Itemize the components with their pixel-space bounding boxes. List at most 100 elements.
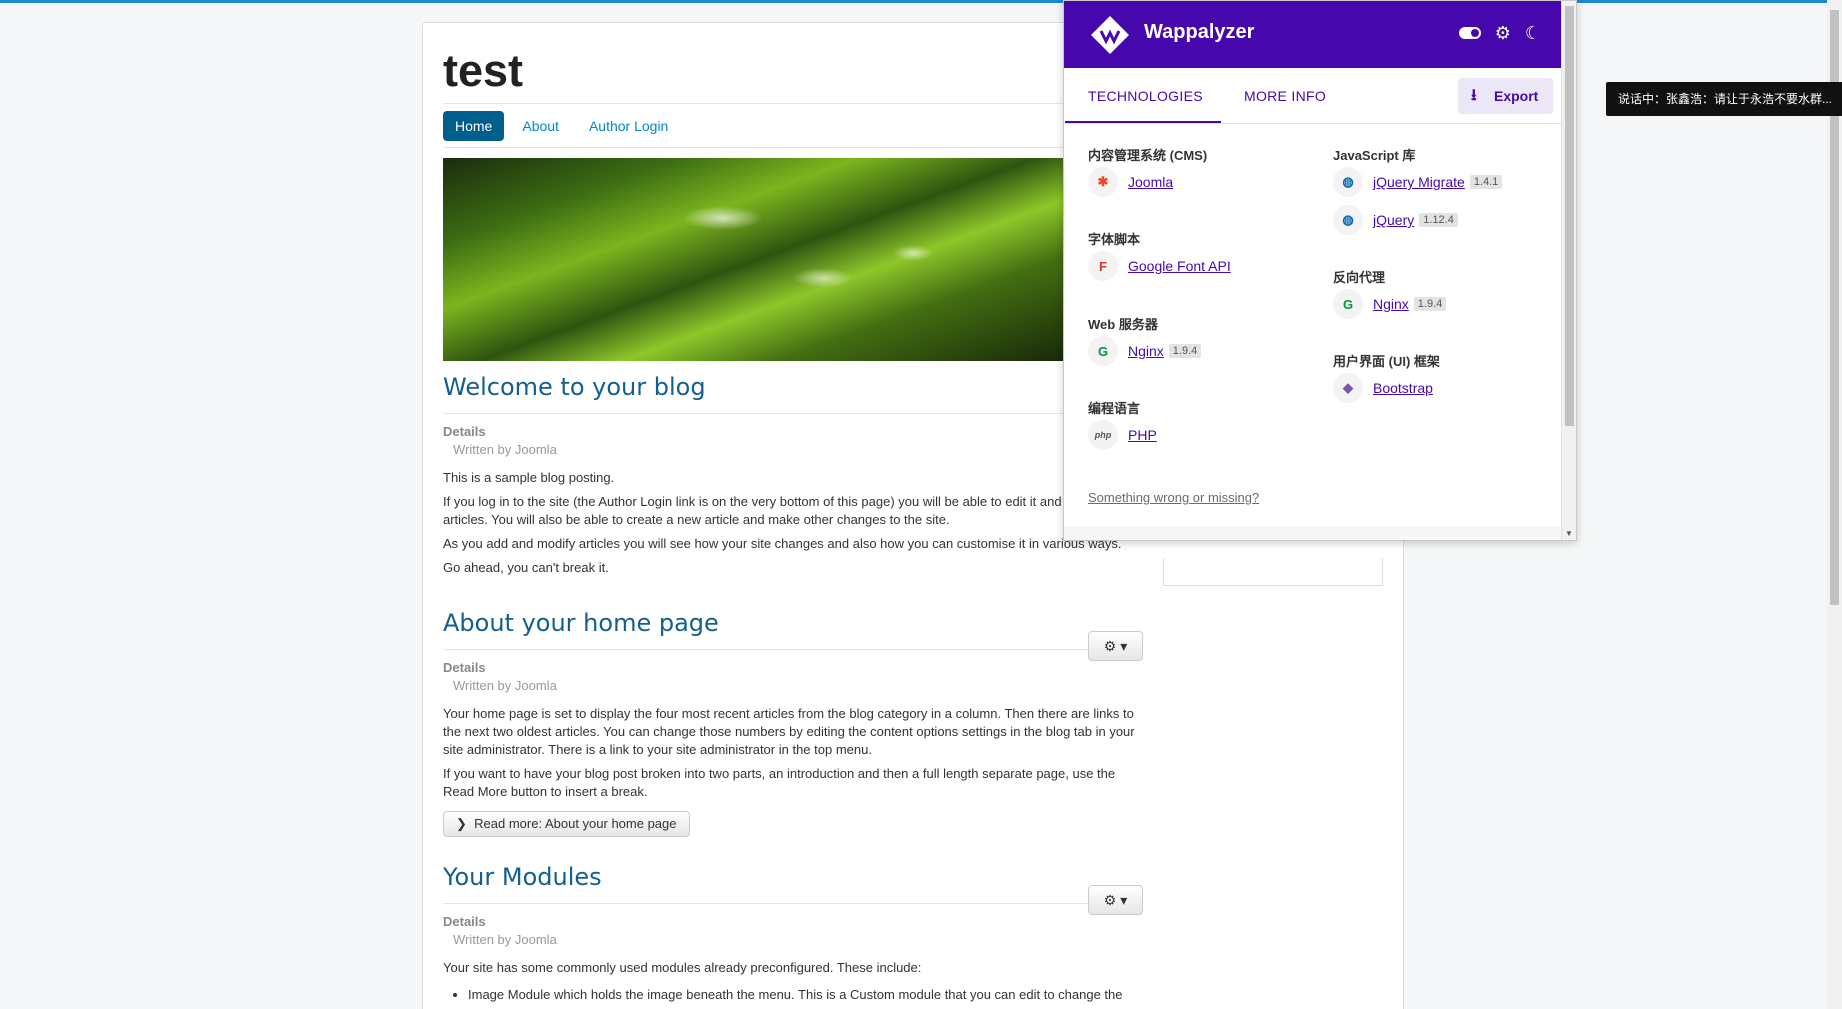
- joomla-icon: ✱: [1088, 167, 1118, 197]
- category-heading: Web 服务器: [1088, 317, 1158, 332]
- caret-down-icon: ▾: [1120, 638, 1128, 654]
- module-list: Image Module which holds the image benea…: [443, 987, 1143, 1002]
- wappalyzer-header: Wappalyzer ⚙ ☾: [1064, 1, 1561, 68]
- category-heading: JavaScript 库: [1333, 148, 1416, 163]
- feedback-link[interactable]: Something wrong or missing?: [1088, 490, 1259, 505]
- nginx-icon: G: [1333, 289, 1363, 319]
- nav-home[interactable]: Home: [443, 111, 505, 141]
- tab-more-info[interactable]: MORE INFO: [1244, 88, 1326, 104]
- category-heading: 反向代理: [1333, 270, 1386, 285]
- nav-author-login[interactable]: Author Login: [577, 111, 680, 141]
- technology-link[interactable]: jQuery: [1373, 212, 1414, 228]
- article-title[interactable]: Your Modules: [443, 863, 1143, 891]
- technology-item: G Nginx 1.9.4: [1333, 289, 1447, 319]
- technology-link[interactable]: Bootstrap: [1373, 380, 1433, 396]
- article-tools-button[interactable]: ⚙ ▾: [1088, 885, 1143, 915]
- technology-item: php PHP: [1088, 420, 1157, 450]
- jquery-icon: ◍: [1333, 205, 1363, 235]
- technology-item: ◍ jQuery 1.12.4: [1333, 205, 1458, 235]
- article-author: Written by Joomla: [453, 932, 557, 947]
- details-label: Details: [443, 660, 486, 675]
- main-nav: Home About Author Login: [443, 111, 680, 141]
- active-tab-indicator: [1065, 121, 1221, 123]
- article-divider: [443, 903, 1143, 904]
- technology-item: G Nginx 1.9.4: [1088, 336, 1202, 366]
- caret-down-icon: ▾: [1120, 892, 1128, 908]
- article-paragraph: If you log in to the site (the Author Lo…: [443, 494, 1143, 527]
- moon-icon[interactable]: ☾: [1525, 23, 1541, 44]
- header-actions: ⚙ ☾: [1458, 23, 1541, 44]
- technology-link[interactable]: Nginx: [1128, 343, 1164, 359]
- tab-technologies[interactable]: TECHNOLOGIES: [1088, 88, 1203, 104]
- article-welcome: Welcome to your blog Details Written by …: [443, 373, 1143, 577]
- read-more-button[interactable]: ❯ Read more: About your home page: [443, 811, 690, 837]
- wappalyzer-popup: Wappalyzer ⚙ ☾ TECHNOLOGIES MORE INFO ⭳ …: [1063, 0, 1577, 541]
- bootstrap-icon: ◆: [1333, 373, 1363, 403]
- article-details: Details Written by Joomla: [443, 660, 1143, 693]
- banner-image: [443, 158, 1073, 361]
- scroll-down-arrow-icon[interactable]: ▼: [1565, 529, 1573, 538]
- google-font-icon: F: [1088, 251, 1118, 281]
- version-badge: 1.9.4: [1413, 297, 1447, 311]
- technology-item: ◆ Bootstrap: [1333, 373, 1433, 403]
- article-title[interactable]: Welcome to your blog: [443, 373, 1143, 401]
- notification-toast[interactable]: 说话中：张鑫浩：请让于永浩不要水群...: [1606, 82, 1842, 116]
- article-paragraph: Go ahead, you can't break it.: [443, 560, 609, 575]
- version-badge: 1.12.4: [1419, 213, 1458, 227]
- toggle-icon[interactable]: [1458, 27, 1481, 39]
- sidebar-module: [1163, 558, 1383, 586]
- technology-link[interactable]: PHP: [1128, 427, 1157, 443]
- version-badge: 1.9.4: [1168, 344, 1202, 358]
- category-heading: 内容管理系统 (CMS): [1088, 148, 1208, 163]
- article-tools-button[interactable]: ⚙ ▾: [1088, 631, 1143, 661]
- article-paragraph: As you add and modify articles you will …: [443, 536, 1122, 551]
- article-about-home: About your home page ⚙ ▾ Details Written…: [443, 609, 1143, 837]
- article-title[interactable]: About your home page: [443, 609, 1143, 637]
- export-label: Export: [1494, 88, 1539, 104]
- list-item: Image Module which holds the image benea…: [468, 987, 1143, 1002]
- article-paragraph: Your site has some commonly used modules…: [443, 960, 922, 975]
- details-label: Details: [443, 914, 486, 929]
- category-heading: 编程语言: [1088, 401, 1141, 416]
- version-badge: 1.4.1: [1469, 175, 1503, 189]
- nginx-icon: G: [1088, 336, 1118, 366]
- article-details: Details Written by Joomla: [443, 914, 1143, 947]
- article-paragraph: Your home page is set to display the fou…: [443, 706, 1135, 757]
- gear-icon: ⚙: [1103, 638, 1117, 654]
- article-author: Written by Joomla: [453, 442, 557, 457]
- popup-scrollbar[interactable]: ▼: [1561, 1, 1576, 540]
- gear-icon[interactable]: ⚙: [1495, 23, 1511, 44]
- read-more-label: Read more: About your home page: [474, 816, 677, 831]
- article-details: Details Written by Joomla: [443, 424, 1143, 457]
- article-author: Written by Joomla: [453, 678, 557, 693]
- gear-icon: ⚙: [1103, 892, 1117, 908]
- jquery-icon: ◍: [1333, 167, 1363, 197]
- wappalyzer-title: Wappalyzer: [1144, 21, 1255, 43]
- tab-bar: TECHNOLOGIES MORE INFO ⭳ Export: [1064, 68, 1561, 124]
- details-label: Details: [443, 424, 486, 439]
- technology-item: F Google Font API: [1088, 251, 1231, 281]
- article-divider: [443, 649, 1143, 650]
- chevron-right-icon: ❯: [456, 816, 467, 831]
- export-button[interactable]: ⭳ Export: [1458, 78, 1553, 114]
- category-heading: 用户界面 (UI) 框架: [1333, 354, 1440, 369]
- technology-item: ◍ jQuery Migrate 1.4.1: [1333, 167, 1503, 197]
- site-title: test: [443, 45, 524, 96]
- wappalyzer-logo-icon: [1091, 16, 1129, 54]
- nav-about[interactable]: About: [510, 111, 571, 141]
- technology-link[interactable]: jQuery Migrate: [1373, 174, 1465, 190]
- technology-item: ✱ Joomla: [1088, 167, 1173, 197]
- article-your-modules: Your Modules ⚙ ▾ Details Written by Joom…: [443, 863, 1143, 1002]
- article-paragraph: If you want to have your blog post broke…: [443, 766, 1116, 799]
- page-scrollbar[interactable]: [1827, 0, 1842, 1009]
- technology-link[interactable]: Google Font API: [1128, 258, 1231, 274]
- category-heading: 字体脚本: [1088, 232, 1141, 247]
- popup-footer: [1064, 526, 1561, 540]
- article-paragraph: This is a sample blog posting.: [443, 470, 615, 485]
- php-icon: php: [1088, 420, 1118, 450]
- popup-scroll-thumb[interactable]: [1565, 6, 1574, 426]
- technology-link[interactable]: Joomla: [1128, 174, 1173, 190]
- download-icon: ⭳: [1471, 87, 1477, 104]
- article-divider: [443, 413, 1143, 414]
- technology-link[interactable]: Nginx: [1373, 296, 1409, 312]
